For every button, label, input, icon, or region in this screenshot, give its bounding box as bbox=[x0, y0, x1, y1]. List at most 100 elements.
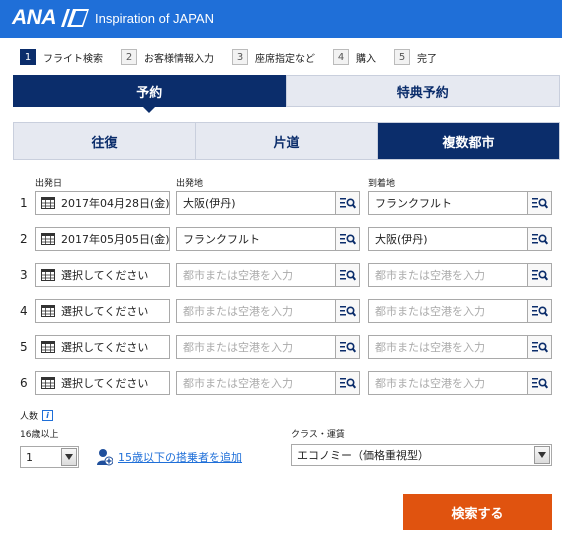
segment-row: 2 2017年05月05日(金) フランクフルト 大阪(伊丹) bbox=[0, 227, 562, 251]
step-number: 4 bbox=[333, 49, 349, 65]
destination-input[interactable]: 大阪(伊丹) bbox=[369, 228, 528, 250]
step-1: 1 フライト検索 bbox=[20, 49, 103, 65]
tab-award-reservation[interactable]: 特典予約 bbox=[285, 75, 560, 107]
destination-field: 都市または空港を入力 bbox=[368, 335, 552, 359]
step-4: 4 購入 bbox=[333, 49, 376, 65]
passengers-label-text: 人数 bbox=[20, 412, 39, 422]
destination-field: 大阪(伊丹) bbox=[368, 227, 552, 251]
passengers-label: 人数 i bbox=[20, 409, 54, 422]
progress-steps: 1 フライト検索 2 お客様情報入力 3 座席指定など 4 購入 5 完了 bbox=[20, 49, 455, 65]
ana-logo[interactable]: ANA bbox=[12, 6, 89, 29]
destination-search-button[interactable] bbox=[527, 300, 551, 322]
city-search-icon bbox=[531, 342, 548, 353]
departure-date-value: 2017年04月28日(金) bbox=[61, 197, 170, 210]
destination-search-button[interactable] bbox=[527, 264, 551, 286]
origin-field: 都市または空港を入力 bbox=[176, 371, 360, 395]
origin-search-button[interactable] bbox=[335, 228, 359, 250]
destination-search-button[interactable] bbox=[527, 372, 551, 394]
city-search-icon bbox=[339, 270, 356, 281]
destination-search-button[interactable] bbox=[527, 192, 551, 214]
cabin-class-select[interactable]: エコノミー（価格重視型） bbox=[291, 444, 552, 466]
origin-search-button[interactable] bbox=[335, 300, 359, 322]
origin-field: 都市または空港を入力 bbox=[176, 335, 360, 359]
origin-input[interactable]: フランクフルト bbox=[177, 228, 336, 250]
logo-stripes-icon bbox=[61, 9, 89, 27]
search-button[interactable]: 検索する bbox=[403, 494, 552, 530]
step-number: 3 bbox=[232, 49, 248, 65]
origin-input[interactable]: 都市または空港を入力 bbox=[177, 336, 336, 358]
origin-input[interactable]: 都市または空港を入力 bbox=[177, 300, 336, 322]
origin-search-button[interactable] bbox=[335, 192, 359, 214]
tab-one-way[interactable]: 片道 bbox=[196, 123, 378, 159]
city-search-icon bbox=[339, 234, 356, 245]
departure-date-picker[interactable]: 選択してください bbox=[35, 299, 170, 323]
add-child-passenger-link[interactable]: 15歳以下の搭乗者を追加 bbox=[97, 448, 242, 466]
city-search-icon bbox=[531, 270, 548, 281]
destination-input[interactable]: 都市または空港を入力 bbox=[369, 372, 528, 394]
destination-input[interactable]: フランクフルト bbox=[369, 192, 528, 214]
departure-date-picker[interactable]: 2017年04月28日(金) bbox=[35, 191, 170, 215]
segment-number: 1 bbox=[20, 196, 28, 210]
step-5: 5 完了 bbox=[394, 49, 437, 65]
city-search-icon bbox=[531, 378, 548, 389]
dropdown-arrow-icon bbox=[61, 448, 77, 466]
step-label: フライト検索 bbox=[43, 53, 103, 65]
departure-date-value: 選択してください bbox=[61, 377, 149, 390]
calendar-icon bbox=[41, 233, 55, 245]
origin-search-button[interactable] bbox=[335, 336, 359, 358]
step-label: 座席指定など bbox=[255, 53, 315, 65]
step-3: 3 座席指定など bbox=[232, 49, 315, 65]
city-search-icon bbox=[531, 198, 548, 209]
adults-select-value: 1 bbox=[26, 450, 33, 464]
info-icon[interactable]: i bbox=[42, 410, 54, 421]
adults-select[interactable]: 1 bbox=[20, 446, 79, 468]
departure-date-value: 選択してください bbox=[61, 269, 149, 282]
segment-number: 6 bbox=[20, 376, 28, 390]
booking-type-tabs: 予約 特典予約 bbox=[13, 75, 560, 113]
calendar-icon bbox=[41, 305, 55, 317]
logo-text: ANA bbox=[12, 6, 57, 29]
segment-number: 5 bbox=[20, 340, 28, 354]
step-label: 完了 bbox=[417, 53, 437, 65]
origin-search-button[interactable] bbox=[335, 372, 359, 394]
segment-row: 1 2017年04月28日(金) 大阪(伊丹) フランクフルト bbox=[0, 191, 562, 215]
tab-reservation[interactable]: 予約 bbox=[13, 75, 286, 113]
dropdown-arrow-icon bbox=[534, 446, 550, 464]
destination-field: 都市または空港を入力 bbox=[368, 263, 552, 287]
add-child-link-text: 15歳以下の搭乗者を追加 bbox=[118, 451, 242, 464]
origin-input[interactable]: 都市または空港を入力 bbox=[177, 264, 336, 286]
destination-input[interactable]: 都市または空港を入力 bbox=[369, 336, 528, 358]
step-label: お客様情報入力 bbox=[144, 53, 214, 65]
origin-field: 大阪(伊丹) bbox=[176, 191, 360, 215]
step-2: 2 お客様情報入力 bbox=[121, 49, 214, 65]
departure-date-value: 2017年05月05日(金) bbox=[61, 233, 170, 246]
city-search-icon bbox=[339, 378, 356, 389]
cabin-class-value: エコノミー（価格重視型） bbox=[297, 449, 429, 462]
calendar-icon bbox=[41, 197, 55, 209]
segment-row: 4 選択してください 都市または空港を入力 都市または空港を入力 bbox=[0, 299, 562, 323]
calendar-icon bbox=[41, 269, 55, 281]
destination-input[interactable]: 都市または空港を入力 bbox=[369, 300, 528, 322]
segment-row: 3 選択してください 都市または空港を入力 都市または空港を入力 bbox=[0, 263, 562, 287]
adults-age-label: 16歳以上 bbox=[20, 430, 59, 440]
segment-number: 3 bbox=[20, 268, 28, 282]
origin-search-button[interactable] bbox=[335, 264, 359, 286]
destination-input[interactable]: 都市または空港を入力 bbox=[369, 264, 528, 286]
departure-date-picker[interactable]: 選択してください bbox=[35, 335, 170, 359]
origin-column-label: 出発地 bbox=[176, 179, 204, 189]
city-search-icon bbox=[339, 198, 356, 209]
destination-search-button[interactable] bbox=[527, 336, 551, 358]
origin-field: 都市または空港を入力 bbox=[176, 263, 360, 287]
city-search-icon bbox=[339, 306, 356, 317]
tab-multi-city[interactable]: 複数都市 bbox=[378, 123, 559, 159]
destination-column-label: 到着地 bbox=[368, 179, 396, 189]
destination-field: フランクフルト bbox=[368, 191, 552, 215]
origin-input[interactable]: 都市または空港を入力 bbox=[177, 372, 336, 394]
departure-date-value: 選択してください bbox=[61, 305, 149, 318]
destination-search-button[interactable] bbox=[527, 228, 551, 250]
departure-date-picker[interactable]: 選択してください bbox=[35, 371, 170, 395]
origin-input[interactable]: 大阪(伊丹) bbox=[177, 192, 336, 214]
departure-date-picker[interactable]: 2017年05月05日(金) bbox=[35, 227, 170, 251]
tab-round-trip[interactable]: 往復 bbox=[14, 123, 196, 159]
departure-date-picker[interactable]: 選択してください bbox=[35, 263, 170, 287]
